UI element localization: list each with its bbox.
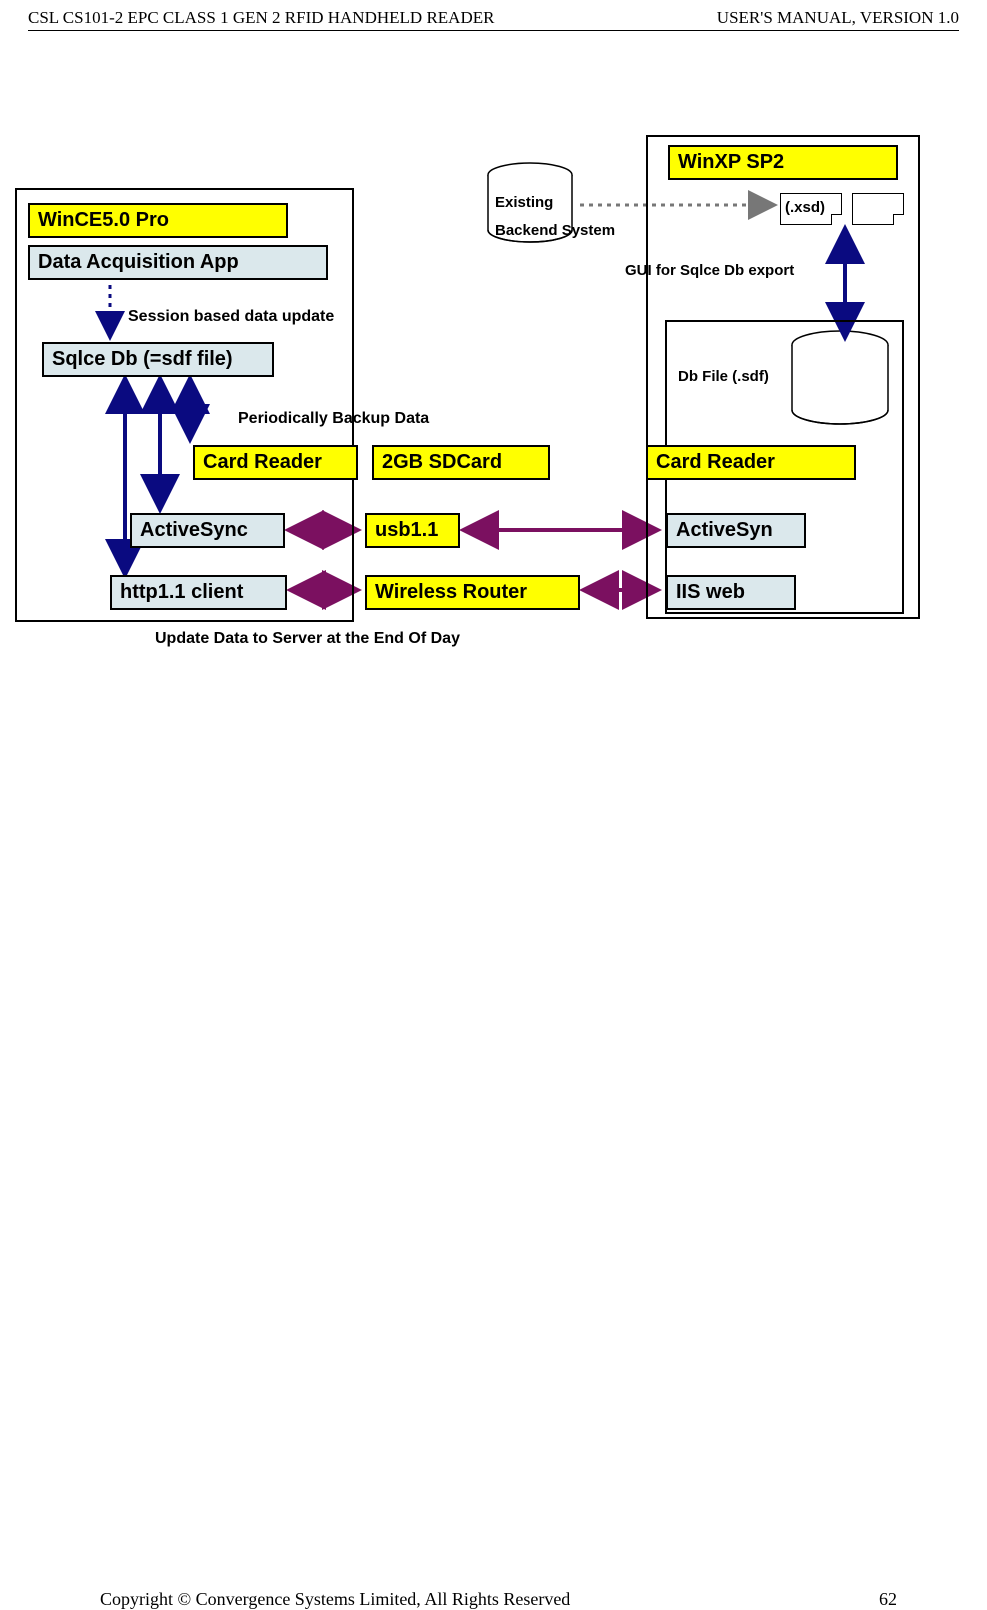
left-card-reader-box: Card Reader [193,445,358,480]
router-box: Wireless Router [365,575,580,610]
header-right: USER'S MANUAL, VERSION 1.0 [717,8,959,28]
architecture-diagram: WinCE5.0 Pro Data Acquisition App Sessio… [10,120,970,660]
header-rule [28,30,959,31]
session-label: Session based data update [128,308,334,326]
right-activesync-box: ActiveSyn [666,513,806,548]
sqlce-db-box: Sqlce Db (=sdf file) [42,342,274,377]
left-activesync-box: ActiveSync [130,513,285,548]
end-of-day-label: Update Data to Server at the End Of Day [155,630,460,648]
wince-os-box: WinCE5.0 Pro [28,203,288,238]
winxp-os-box: WinXP SP2 [668,145,898,180]
iis-box: IIS web [666,575,796,610]
footer-copyright: Copyright © Convergence Systems Limited,… [100,1589,570,1610]
xsd-note: (.xsd) [780,193,842,225]
blank-note [852,193,904,225]
backend-label-2: Backend System [495,222,615,239]
header-left: CSL CS101-2 EPC CLASS 1 GEN 2 RFID HANDH… [28,8,494,28]
usb-box: usb1.1 [365,513,460,548]
data-app-box: Data Acquisition App [28,245,328,280]
footer-page-number: 62 [879,1589,897,1610]
http-client-box: http1.1 client [110,575,287,610]
db-file-label: Db File (.sdf) [678,368,769,385]
sdcard-box: 2GB SDCard [372,445,550,480]
backup-label: Periodically Backup Data [238,410,429,428]
gui-export-label: GUI for Sqlce Db export [625,262,794,279]
right-card-reader-box: Card Reader [646,445,856,480]
backend-label-1: Existing [495,194,553,211]
